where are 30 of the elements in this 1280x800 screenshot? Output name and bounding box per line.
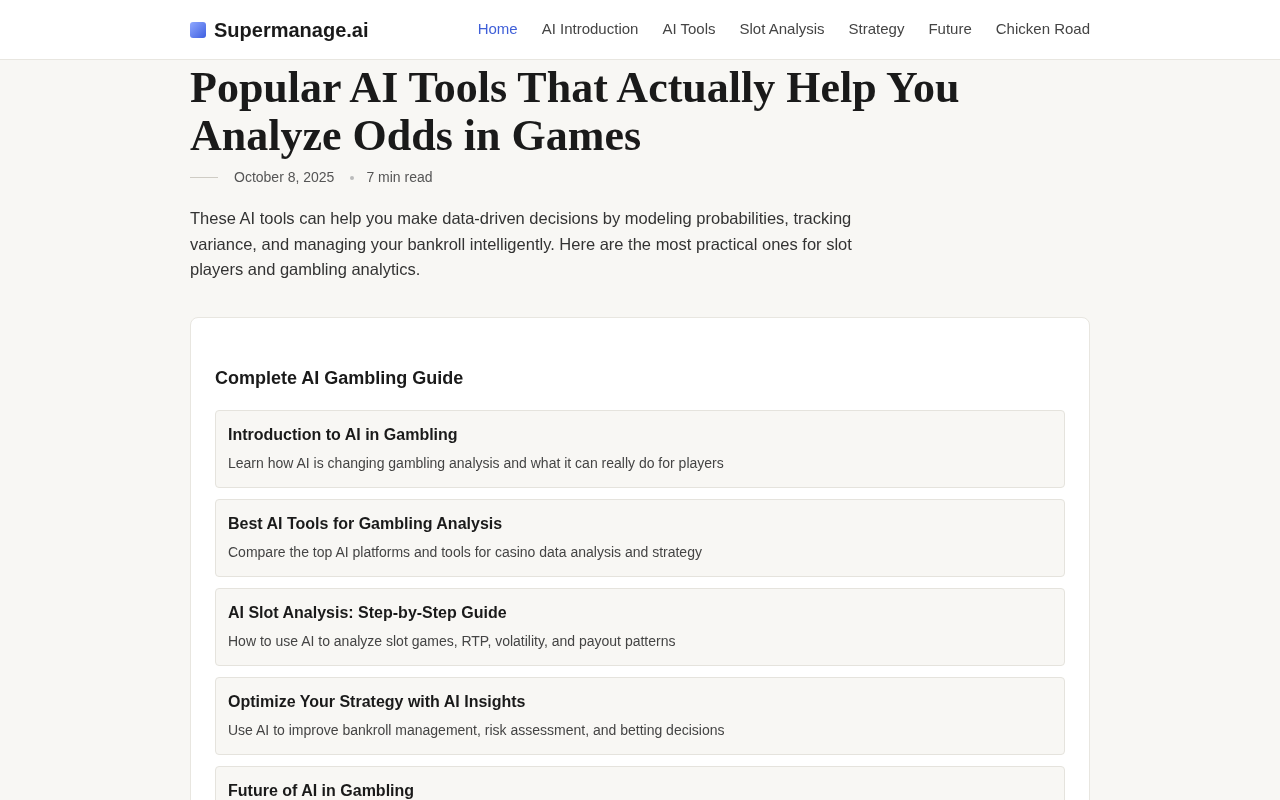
- intro-paragraph: These AI tools can help you make data-driven decisions by modeling probabilities, tracking variance, and managing your bankroll intelligently. Here are the most practical ones for slot players and gambling analytics.: [190, 208, 853, 281]
- nav-link[interactable]: Strategy: [848, 18, 905, 41]
- nav-link[interactable]: Chicken Road: [995, 18, 1090, 41]
- guide-link-card[interactable]: Future of AI in Gambling: [215, 765, 1065, 800]
- logo-square-icon: [190, 21, 206, 38]
- guide-link-card[interactable]: Introduction to AI in Gambling Learn how AI is changing gambling analysis and what it can really do for players: [215, 409, 1065, 488]
- guide-item-description: Compare the top AI platforms and tools for casino data analysis and strategy: [228, 542, 703, 562]
- guide-item-description: Use AI to improve bankroll management, risk assessment, and betting decisions: [228, 720, 726, 740]
- nav-link[interactable]: Future: [928, 18, 972, 41]
- guide-title: Complete AI Gambling Guide: [215, 366, 465, 390]
- guide-item-title: AI Slot Analysis: Step-by-Step Guide: [228, 602, 508, 623]
- nav-link[interactable]: Slot Analysis: [739, 18, 825, 41]
- guide-item-description: Learn how AI is changing gambling analysis and what it can really do for players: [228, 453, 725, 473]
- guide-link-card[interactable]: AI Slot Analysis: Step-by-Step Guide How to use AI to analyze slot games, RTP, volatility, and payout patterns: [215, 587, 1065, 666]
- guide-item-title: Future of AI in Gambling: [228, 780, 416, 800]
- article-title: Popular AI Tools That Actually Help You Analyze Odds in Games: [190, 62, 961, 160]
- nav-link[interactable]: AI Tools: [662, 18, 716, 41]
- nav-link[interactable]: Home: [477, 18, 518, 41]
- guide-item-description: How to use AI to analyze slot games, RTP, volatility, and payout patterns: [228, 631, 677, 651]
- divider-line: [190, 177, 218, 178]
- read-time: 7 min read: [366, 168, 433, 187]
- site-brand[interactable]: Supermanage.ai: [214, 14, 369, 45]
- separator-dot-icon: [350, 175, 355, 180]
- publish-date: October 8, 2025: [234, 168, 335, 187]
- guide-item-title: Introduction to AI in Gambling: [228, 424, 459, 445]
- nav-link[interactable]: AI Introduction: [541, 18, 639, 41]
- guide-link-card[interactable]: Optimize Your Strategy with AI Insights Use AI to improve bankroll management, risk assessment, and betting decisions: [215, 676, 1065, 755]
- guide-link-card[interactable]: Best AI Tools for Gambling Analysis Compare the top AI platforms and tools for casino data analysis and strategy: [215, 498, 1065, 577]
- guide-item-title: Optimize Your Strategy with AI Insights: [228, 691, 527, 712]
- guide-item-title: Best AI Tools for Gambling Analysis: [228, 513, 504, 534]
